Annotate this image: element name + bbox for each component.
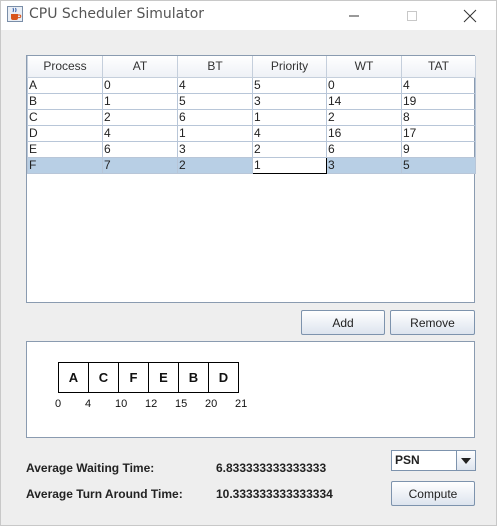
- table-row[interactable]: C 2 6 1 2 8: [27, 108, 476, 126]
- column-header-at[interactable]: AT: [102, 56, 178, 78]
- cell-tat[interactable]: 17: [401, 124, 476, 142]
- cell-priority[interactable]: 5: [252, 76, 327, 94]
- add-button[interactable]: Add: [301, 310, 385, 335]
- column-header-tat[interactable]: TAT: [401, 56, 476, 78]
- column-header-priority[interactable]: Priority: [252, 56, 327, 78]
- cell-priority[interactable]: 1: [252, 108, 327, 126]
- gantt-block-label: C: [99, 370, 109, 385]
- maximize-icon: [407, 10, 417, 21]
- cell-bt[interactable]: 2: [177, 156, 253, 174]
- cell-tat[interactable]: 8: [401, 108, 476, 126]
- gantt-time-label: 4: [85, 398, 91, 410]
- average-turnaround-time-label: Average Turn Around Time:: [26, 487, 183, 501]
- minimize-button[interactable]: [331, 1, 377, 30]
- column-header-bt[interactable]: BT: [177, 56, 253, 78]
- average-waiting-time-label: Average Waiting Time:: [26, 461, 155, 475]
- gantt-time-label: 12: [145, 398, 157, 410]
- minimize-icon: [349, 15, 359, 16]
- table-row[interactable]: A 0 4 5 0 4: [27, 76, 476, 94]
- window-title: CPU Scheduler Simulator: [29, 6, 205, 22]
- cell-wt[interactable]: 0: [326, 76, 402, 94]
- close-icon: [463, 9, 477, 22]
- gantt-time-label: 0: [55, 398, 61, 410]
- gantt-time-label: 10: [115, 398, 127, 410]
- cell-wt[interactable]: 16: [326, 124, 402, 142]
- cell-process[interactable]: D: [27, 124, 103, 142]
- java-cup-icon: [7, 6, 23, 22]
- cell-process[interactable]: A: [27, 76, 103, 94]
- cell-bt[interactable]: 6: [177, 108, 253, 126]
- algorithm-selected-value: PSN: [395, 453, 420, 467]
- cell-at[interactable]: 7: [102, 156, 178, 174]
- average-waiting-time-value: 6.833333333333333: [216, 461, 327, 475]
- process-table: Process AT BT Priority WT TAT A 0 4 5 0 …: [27, 56, 476, 174]
- average-turnaround-time-value: 10.333333333333334: [216, 487, 333, 501]
- gantt-time-label: 20: [205, 398, 217, 410]
- remove-button[interactable]: Remove: [390, 310, 475, 335]
- gantt-block-label: E: [159, 370, 168, 385]
- table-row[interactable]: D 4 1 4 16 17: [27, 124, 476, 142]
- cell-wt[interactable]: 2: [326, 108, 402, 126]
- cell-tat[interactable]: 5: [401, 156, 476, 174]
- algorithm-select[interactable]: PSN: [391, 450, 476, 471]
- title-bar[interactable]: CPU Scheduler Simulator: [1, 1, 496, 30]
- cell-process[interactable]: F: [27, 156, 103, 174]
- cell-at[interactable]: 6: [102, 140, 178, 158]
- compute-button[interactable]: Compute: [391, 481, 475, 506]
- cell-bt[interactable]: 1: [177, 124, 253, 142]
- cell-priority[interactable]: 3: [252, 92, 327, 110]
- dropdown-arrow[interactable]: [456, 451, 475, 470]
- cell-priority[interactable]: 2: [252, 140, 327, 158]
- cell-priority-focused[interactable]: 1: [252, 156, 327, 174]
- cell-process[interactable]: B: [27, 92, 103, 110]
- gantt-block-label: F: [130, 370, 138, 385]
- cell-bt[interactable]: 3: [177, 140, 253, 158]
- table-row[interactable]: B 1 5 3 14 19: [27, 92, 476, 110]
- cell-tat[interactable]: 9: [401, 140, 476, 158]
- table-header-row: Process AT BT Priority WT TAT: [27, 56, 476, 78]
- cell-process[interactable]: C: [27, 108, 103, 126]
- process-table-panel[interactable]: Process AT BT Priority WT TAT A 0 4 5 0 …: [26, 55, 476, 303]
- cell-at[interactable]: 0: [102, 76, 178, 94]
- cell-wt[interactable]: 6: [326, 140, 402, 158]
- gantt-block-label: D: [219, 370, 228, 385]
- table-row-selected[interactable]: F 7 2 1 3 5: [27, 156, 476, 174]
- close-button[interactable]: [447, 1, 493, 30]
- cell-wt[interactable]: 3: [326, 156, 402, 174]
- maximize-button[interactable]: [389, 1, 435, 30]
- gantt-block-label: A: [69, 370, 79, 385]
- cell-bt[interactable]: 4: [177, 76, 253, 94]
- cell-bt[interactable]: 5: [177, 92, 253, 110]
- column-header-wt[interactable]: WT: [326, 56, 402, 78]
- gantt-time-label: 15: [175, 398, 187, 410]
- cell-tat[interactable]: 19: [401, 92, 476, 110]
- gantt-chart: A C F E B D 0 4 10 12 15 20 21: [55, 362, 247, 410]
- app-window: CPU Scheduler Simulator Process AT BT Pr…: [0, 0, 497, 526]
- table-row[interactable]: E 6 3 2 6 9: [27, 140, 476, 158]
- cell-process[interactable]: E: [27, 140, 103, 158]
- cell-at[interactable]: 1: [102, 92, 178, 110]
- gantt-chart-panel: A C F E B D 0 4 10 12 15 20 21: [26, 341, 475, 438]
- chevron-down-icon: [461, 457, 471, 464]
- gantt-block-label: B: [189, 370, 198, 385]
- cell-at[interactable]: 4: [102, 124, 178, 142]
- cell-tat[interactable]: 4: [401, 76, 476, 94]
- cell-priority[interactable]: 4: [252, 124, 327, 142]
- cell-at[interactable]: 2: [102, 108, 178, 126]
- column-header-process[interactable]: Process: [27, 56, 103, 78]
- cell-wt[interactable]: 14: [326, 92, 402, 110]
- gantt-time-label: 21: [235, 398, 247, 410]
